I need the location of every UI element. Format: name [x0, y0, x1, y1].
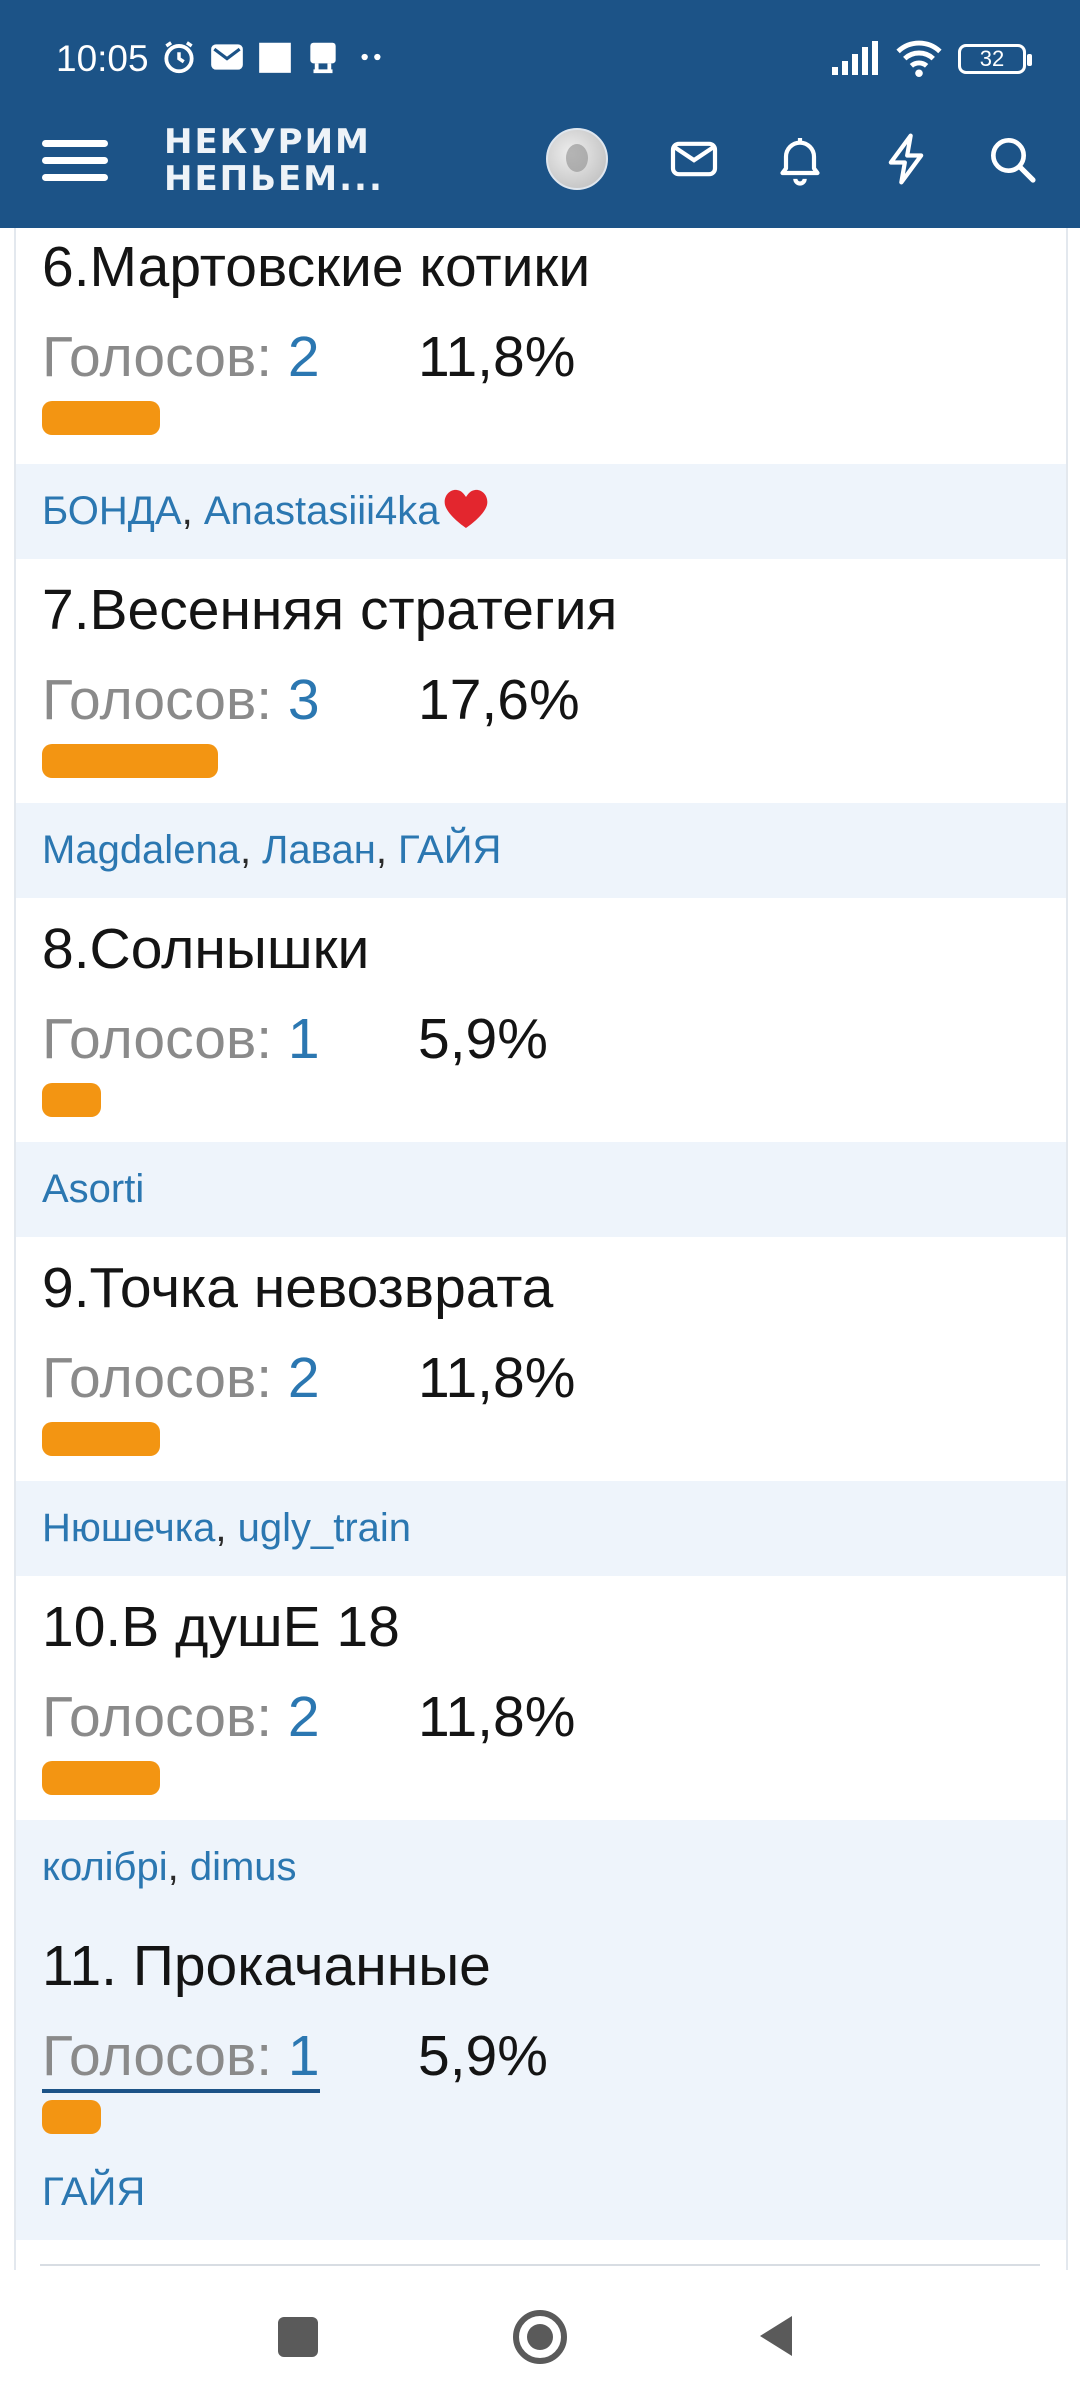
voter-link[interactable]: БОНДА [42, 489, 182, 533]
poll-option-voted: 11. Прокачанные Голосов: 1 5,9% [16, 1915, 1066, 2145]
votes-bar [42, 744, 218, 778]
status-left-icons [160, 38, 390, 76]
bell-icon[interactable] [772, 131, 828, 187]
votes-link[interactable]: Голосов: 2 [42, 1684, 320, 1750]
voters-list: Asorti [16, 1142, 1066, 1237]
voter-link[interactable]: Anastasiii4ka [204, 489, 440, 533]
votes-bar [42, 1761, 160, 1795]
votes-label: Голосов: [42, 1685, 288, 1749]
poll-option-title: 10.В душЕ 18 [42, 1595, 400, 1659]
poll-option-votes-row: Голосов: 1 5,9% [42, 1006, 548, 1072]
app-bar: 10:05 32 НЕКУРИМ НЕПЬЕМ... [0, 0, 1080, 228]
votes-count: 1 [287, 1007, 320, 1071]
voter-link[interactable]: Лаван [262, 828, 376, 872]
votes-percent: 11,8% [418, 325, 576, 389]
poll-option-votes-row: Голосов: 2 11,8% [42, 1345, 575, 1411]
votes-count: 2 [287, 1346, 320, 1410]
poll-results: 6.Мартовские котики Голосов: 2 11,8% БОН… [14, 228, 1068, 2270]
header-actions [546, 128, 1040, 190]
votes-link[interactable]: Голосов: 1 [42, 2023, 320, 2093]
poll-option-title: 7.Весенняя стратегия [42, 578, 618, 642]
logo-line-2: НЕПЬЕМ... [164, 159, 384, 199]
mail-icon [211, 44, 243, 70]
poll-option-title: 8.Солнышки [42, 917, 370, 981]
poll-option-title: 9.Точка невозврата [42, 1256, 554, 1320]
status-right-icons: 32 [830, 40, 1032, 78]
votes-percent: 5,9% [418, 2024, 548, 2088]
poll-option-votes-row: Голосов: 3 17,6% [42, 667, 580, 733]
mail-icon[interactable] [666, 131, 722, 187]
votes-label: Голосов: [42, 2024, 288, 2088]
votes-percent: 11,8% [418, 1685, 576, 1749]
wifi-icon [896, 40, 942, 78]
status-bar: 10:05 32 [0, 0, 1080, 110]
voters-list: колібрі, dimus [16, 1820, 1066, 1915]
top-navigation: НЕКУРИМ НЕПЬЕМ... [0, 110, 1080, 228]
home-circle-icon[interactable] [510, 2310, 570, 2370]
heart-icon [444, 489, 487, 528]
poll-option-votes-row: Голосов: 1 5,9% [42, 2023, 548, 2093]
voter-link[interactable]: ГАЙЯ [398, 828, 501, 872]
recents-square-icon[interactable] [274, 2310, 334, 2370]
votes-link[interactable]: Голосов: 3 [42, 667, 320, 733]
votes-count: 1 [287, 2024, 320, 2088]
voter-link[interactable]: dimus [190, 1845, 297, 1889]
lightning-icon[interactable] [878, 131, 934, 187]
voter-link[interactable]: колібрі [42, 1845, 168, 1889]
voter-link[interactable]: Magdalena [42, 828, 240, 872]
votes-count: 3 [287, 668, 320, 732]
votes-percent: 5,9% [418, 1007, 548, 1071]
voter-link[interactable]: ugly_train [238, 1506, 411, 1550]
voters-list: ГАЙЯ [16, 2145, 1066, 2240]
poll-option: 9.Точка невозврата Голосов: 2 11,8% [16, 1237, 1066, 1467]
site-logo[interactable]: НЕКУРИМ НЕПЬЕМ... [164, 124, 384, 198]
votes-link[interactable]: Голосов: 2 [42, 1345, 320, 1411]
votes-label: Голосов: [42, 1007, 288, 1071]
voter-link[interactable]: ГАЙЯ [42, 2170, 145, 2214]
votes-bar [42, 401, 160, 435]
votes-link[interactable]: Голосов: 2 [42, 324, 320, 390]
poll-option-title: 11. Прокачанные [42, 1934, 491, 1998]
back-triangle-icon[interactable] [752, 2310, 812, 2370]
more-dots-icon [361, 53, 381, 61]
votes-bar [42, 1422, 160, 1456]
voters-list: Нюшечка, ugly_train [16, 1481, 1066, 1576]
voters-list: Magdalena, Лаван, ГАЙЯ [16, 803, 1066, 898]
votes-percent: 17,6% [418, 668, 580, 732]
voters-list: БОНДА, Anastasiii4ka [16, 464, 1066, 559]
votes-link[interactable]: Голосов: 1 [42, 1006, 320, 1072]
status-time: 10:05 [56, 38, 149, 79]
poll-option-votes-row: Голосов: 2 11,8% [42, 1684, 575, 1750]
votes-bar [42, 1083, 101, 1117]
poll-option-votes-row: Голосов: 2 11,8% [42, 324, 575, 390]
poll-option: 7.Весенняя стратегия Голосов: 3 17,6% [16, 559, 1066, 789]
poll-option: 8.Солнышки Голосов: 1 5,9% [16, 898, 1066, 1128]
battery-icon: 32 [958, 44, 1032, 74]
votes-count: 2 [287, 325, 320, 389]
votes-label: Голосов: [42, 1346, 288, 1410]
votes-label: Голосов: [42, 668, 288, 732]
divider [40, 2264, 1040, 2266]
square-icon [259, 42, 291, 73]
logo-line-1: НЕКУРИМ [164, 122, 371, 162]
votes-bar [42, 2100, 101, 2134]
votes-label: Голосов: [42, 325, 288, 389]
sim-icon [310, 42, 336, 74]
signal-icon [832, 41, 878, 75]
system-navigation-bar [0, 2270, 1080, 2400]
menu-icon[interactable] [42, 130, 108, 200]
voter-link[interactable]: Нюшечка [42, 1506, 215, 1550]
poll-option: 6.Мартовские котики Голосов: 2 11,8% [16, 228, 1066, 446]
alarm-icon [164, 41, 194, 74]
poll-option: 10.В душЕ 18 Голосов: 2 11,8% [16, 1576, 1066, 1806]
avatar[interactable] [546, 128, 608, 190]
votes-count: 2 [287, 1685, 320, 1749]
poll-option-title: 6.Мартовские котики [42, 235, 591, 299]
votes-percent: 11,8% [418, 1346, 576, 1410]
search-icon[interactable] [984, 131, 1040, 187]
voter-link[interactable]: Asorti [42, 1167, 144, 1211]
